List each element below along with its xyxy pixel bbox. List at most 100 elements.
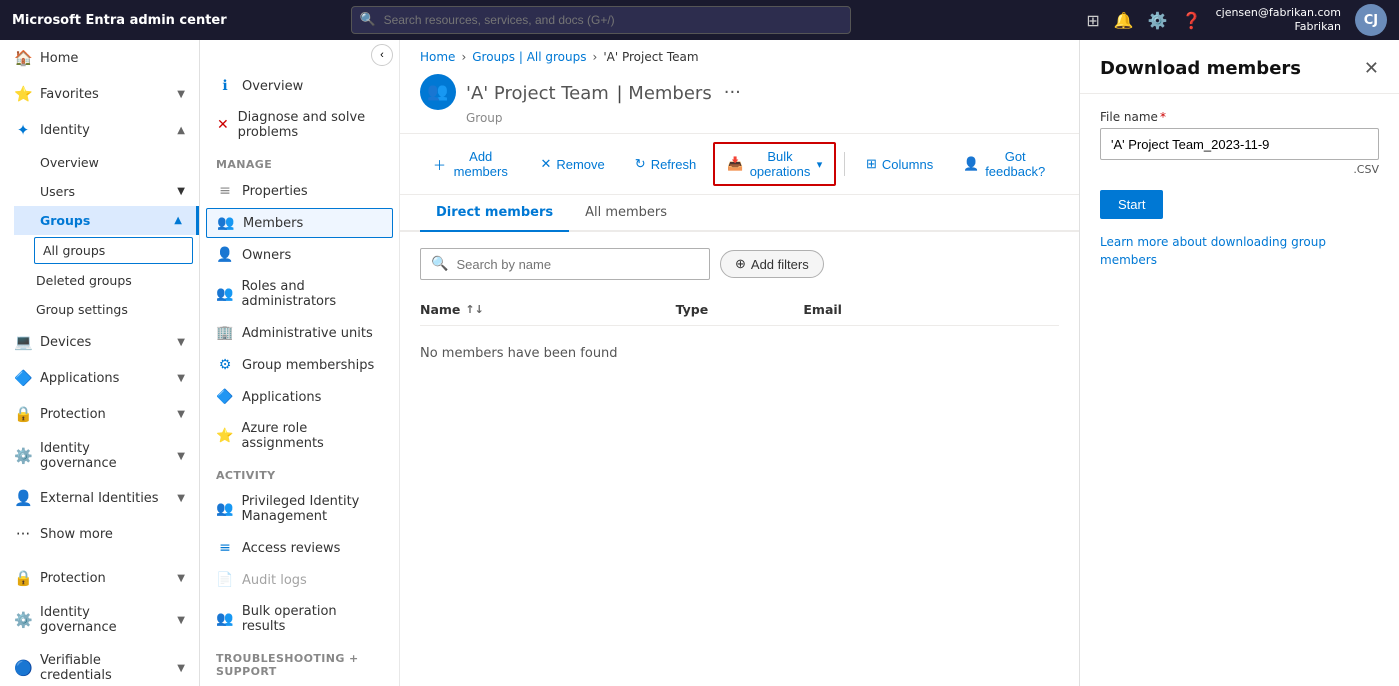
add-icon: ＋ [433, 155, 446, 174]
add-members-button[interactable]: ＋ Add members [420, 143, 523, 185]
chevron-icon: ▼ [177, 186, 185, 197]
members-icon: 👥 [217, 215, 235, 231]
favorites-icon: ⭐ [14, 85, 32, 103]
panel-body: File name* .CSV Start Learn more about d… [1080, 94, 1399, 285]
start-button[interactable]: Start [1100, 190, 1163, 219]
sidebar-item-deleted-groups[interactable]: Deleted groups [28, 266, 199, 295]
sidebar-item-identity[interactable]: ✦ Identity ▲ [0, 112, 199, 148]
tab-direct-members[interactable]: Direct members [420, 195, 569, 232]
sidebar-item-show-more[interactable]: ··· Show more [0, 516, 199, 552]
pim-icon: 👥 [216, 501, 233, 517]
identity-icon: ✦ [14, 121, 32, 139]
subnav-pim[interactable]: 👥 Privileged Identity Management [200, 486, 399, 532]
subnav: ‹ ℹ Overview ✕ Diagnose and solve proble… [200, 40, 400, 686]
subnav-support[interactable]: 👤 New support request [200, 682, 399, 686]
breadcrumb-current: 'A' Project Team [603, 50, 698, 64]
help-icon[interactable]: ❓ [1182, 11, 1202, 30]
sidebar-item-verifiable[interactable]: 🔵 Verifiable credentials ▼ [0, 644, 199, 686]
bulk-ops-icon: 👥 [216, 611, 234, 627]
sidebar-item-overview[interactable]: Overview [14, 148, 199, 177]
subnav-roles[interactable]: 👥 Roles and administrators [200, 271, 399, 317]
sidebar-item-groups[interactable]: Groups ▲ [14, 206, 199, 235]
sidebar-item-favorites[interactable]: ⭐ Favorites ▼ [0, 76, 199, 112]
page-header: 👥 'A' Project Team | Members ··· Group [400, 68, 1079, 134]
bulk-operations-button[interactable]: 📥 Bulk operations ▾ [713, 142, 836, 186]
panel-title: Download members [1100, 58, 1301, 79]
breadcrumb-home[interactable]: Home [420, 50, 455, 64]
breadcrumb-groups[interactable]: Groups | All groups [472, 50, 586, 64]
subnav-group-memberships[interactable]: ⚙ Group memberships [200, 349, 399, 381]
troubleshoot-section-label: Troubleshooting + Support [200, 642, 399, 682]
chevron-icon: ▼ [177, 373, 185, 384]
sidebar-item-protection2[interactable]: 🔒 Protection ▼ [0, 560, 199, 596]
chevron-icon: ▼ [177, 615, 185, 626]
grid-icon[interactable]: ⊞ [1086, 11, 1099, 30]
roles-icon: 👥 [216, 286, 233, 302]
chevron-icon: ▼ [177, 337, 185, 348]
collapse-button[interactable]: ‹ [371, 44, 393, 66]
subnav-applications[interactable]: 🔷 Applications [200, 381, 399, 413]
file-name-input[interactable] [1100, 128, 1379, 160]
subnav-admin-units[interactable]: 🏢 Administrative units [200, 317, 399, 349]
subnav-properties[interactable]: ≡ Properties [200, 175, 399, 207]
toolbar: ＋ Add members ✕ Remove ↻ Refresh 📥 Bulk … [400, 134, 1079, 195]
remove-icon: ✕ [540, 156, 551, 172]
sidebar-item-external-id[interactable]: 👤 External Identities ▼ [0, 480, 199, 516]
download-panel: Download members ✕ File name* .CSV Start… [1079, 40, 1399, 686]
sidebar-item-identity-gov[interactable]: ⚙️ Identity governance ▼ [0, 432, 199, 480]
sidebar-item-identity-gov2[interactable]: ⚙️ Identity governance ▼ [0, 596, 199, 644]
chevron-icon: ▼ [177, 493, 185, 504]
remove-button[interactable]: ✕ Remove [527, 150, 617, 178]
sidebar-item-group-settings[interactable]: Group settings [28, 295, 199, 324]
sort-icon: ↑↓ [465, 303, 483, 316]
verifiable-icon: 🔵 [14, 659, 32, 677]
columns-icon: ⊞ [866, 156, 877, 172]
settings-icon[interactable]: ⚙️ [1148, 11, 1168, 30]
subnav-azure-roles[interactable]: ⭐ Azure role assignments [200, 413, 399, 459]
search-container: 🔍 [351, 6, 851, 34]
identity-gov-icon: ⚙️ [14, 447, 32, 465]
identity-gov2-icon: ⚙️ [14, 611, 32, 629]
file-suffix: .CSV [1100, 163, 1379, 176]
sidebar-item-users[interactable]: Users ▼ [14, 177, 199, 206]
search-by-name-input[interactable] [456, 257, 699, 272]
close-panel-button[interactable]: ✕ [1364, 58, 1379, 79]
search-input[interactable] [351, 6, 851, 34]
sidebar-item-devices[interactable]: 💻 Devices ▼ [0, 324, 199, 360]
panel-header: Download members ✕ [1080, 40, 1399, 94]
subnav-bulk-ops[interactable]: 👥 Bulk operation results [200, 596, 399, 642]
chevron-icon: ▲ [174, 215, 182, 226]
group-memberships-icon: ⚙ [216, 357, 234, 373]
subnav-diagnose[interactable]: ✕ Diagnose and solve problems [200, 102, 399, 148]
learn-more-link[interactable]: Learn more about downloading group membe… [1100, 233, 1379, 269]
subnav-members[interactable]: 👥 Members [206, 208, 393, 238]
subnav-overview[interactable]: ℹ Overview [200, 70, 399, 102]
sidebar-item-home[interactable]: 🏠 Home [0, 40, 199, 76]
chevron-down-icon: ▾ [817, 158, 823, 171]
feedback-button[interactable]: 👤 Got feedback? [950, 143, 1059, 185]
search-filter-row: 🔍 ⊕ Add filters [420, 248, 1059, 280]
sidebar-item-all-groups[interactable]: All groups [34, 237, 193, 264]
topbar-right: ⊞ 🔔 ⚙️ ❓ cjensen@fabrikan.com Fabrikan C… [1086, 4, 1387, 36]
bell-icon[interactable]: 🔔 [1114, 11, 1134, 30]
group-icon: 👥 [420, 74, 456, 110]
sidebar-item-protection[interactable]: 🔒 Protection ▼ [0, 396, 199, 432]
main-content: Home › Groups | All groups › 'A' Project… [400, 40, 1079, 686]
audit-logs-icon: 📄 [216, 572, 234, 588]
tabs: Direct members All members [400, 195, 1079, 232]
tab-all-members[interactable]: All members [569, 195, 683, 232]
col-name-header[interactable]: Name ↑↓ [420, 302, 676, 317]
add-filters-button[interactable]: ⊕ Add filters [720, 250, 824, 278]
feedback-icon: 👤 [963, 156, 979, 172]
avatar[interactable]: CJ [1355, 4, 1387, 36]
columns-button[interactable]: ⊞ Columns [853, 150, 946, 178]
sidebar-item-applications[interactable]: 🔷 Applications ▼ [0, 360, 199, 396]
col-type-header: Type [676, 302, 804, 317]
chevron-icon: ▼ [177, 89, 185, 100]
refresh-button[interactable]: ↻ Refresh [622, 150, 709, 178]
subnav-access-reviews[interactable]: ≡ Access reviews [200, 532, 399, 564]
subnav-owners[interactable]: 👤 Owners [200, 239, 399, 271]
protection2-icon: 🔒 [14, 569, 32, 587]
subnav-audit-logs: 📄 Audit logs [200, 564, 399, 596]
more-options-icon[interactable]: ··· [724, 82, 741, 103]
